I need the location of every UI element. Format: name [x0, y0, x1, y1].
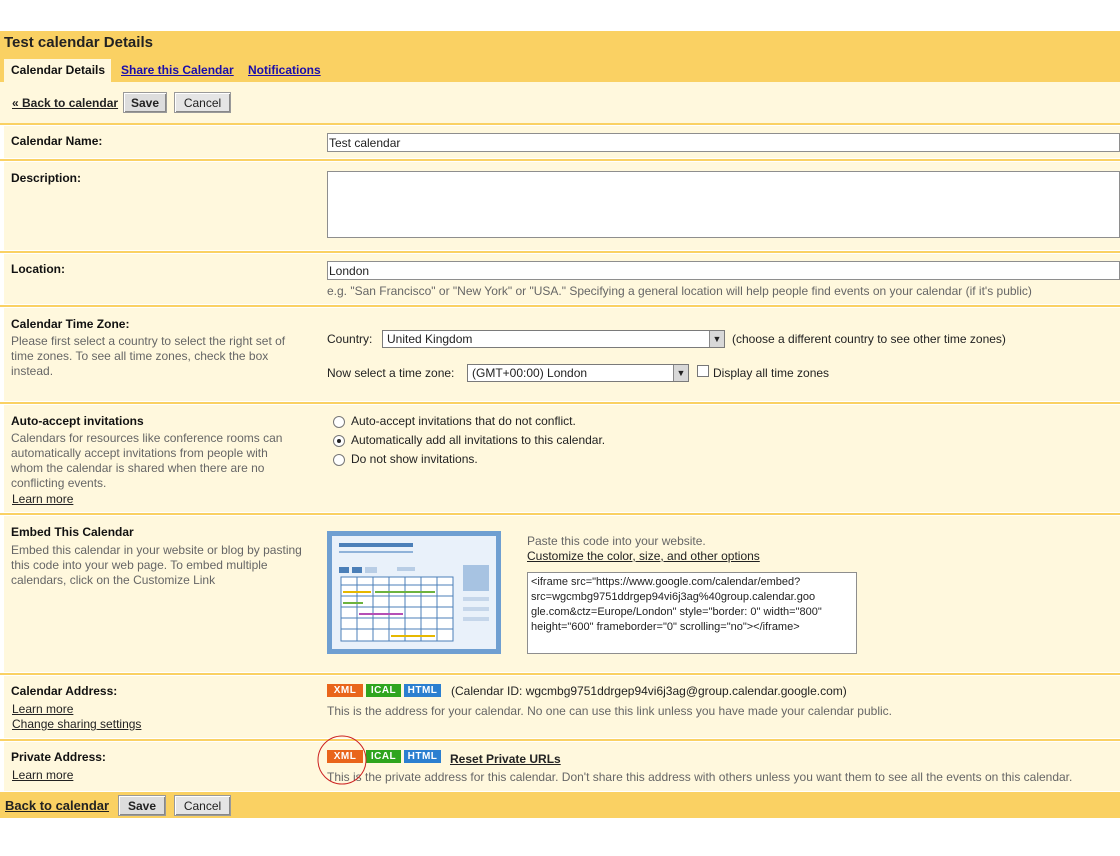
calendar-address-note: This is the address for your calendar. N…	[327, 704, 892, 718]
radio-do-not-show[interactable]	[333, 454, 345, 466]
radio-auto-accept-no-conflict[interactable]	[333, 416, 345, 428]
highlight-circle	[317, 735, 367, 785]
save-button-top[interactable]: Save	[123, 92, 167, 113]
calendar-address-learn-more-link[interactable]: Learn more	[12, 702, 73, 716]
customize-options-link[interactable]: Customize the color, size, and other opt…	[527, 549, 760, 563]
divider	[0, 513, 1120, 515]
calendar-address-label: Calendar Address:	[11, 684, 118, 698]
cancel-button-top[interactable]: Cancel	[174, 92, 231, 113]
private-address-note: This is the private address for this cal…	[327, 770, 1073, 784]
location-hint: e.g. "San Francisco" or "New York" or "U…	[327, 284, 1032, 298]
divider	[0, 123, 1120, 125]
calendar-id-text: (Calendar ID: wgcmbg9751ddrgep94vi6j3ag@…	[451, 684, 847, 698]
timezone-help: Please first select a country to select …	[11, 334, 286, 378]
location-label: Location:	[11, 262, 65, 276]
calendar-html-button[interactable]: HTML	[404, 684, 441, 697]
calendar-name-input[interactable]: Test calendar	[327, 133, 1120, 152]
page-title: Test calendar Details	[4, 34, 153, 51]
description-label: Description:	[11, 171, 82, 185]
chevron-down-icon: ▼	[673, 365, 688, 381]
tab-share-this-calendar[interactable]: Share this Calendar	[121, 63, 234, 77]
private-address-learn-more-link[interactable]: Learn more	[12, 768, 73, 782]
divider	[0, 159, 1120, 161]
embed-code-textarea[interactable]: <iframe src="https://www.google.com/cale…	[527, 572, 857, 654]
radio-auto-add-all[interactable]	[333, 435, 345, 447]
change-sharing-settings-link[interactable]: Change sharing settings	[12, 717, 141, 731]
auto-accept-learn-more-link[interactable]: Learn more	[12, 492, 73, 506]
back-to-calendar-link-top[interactable]: « Back to calendar	[12, 96, 118, 110]
private-address-label: Private Address:	[11, 750, 106, 764]
divider	[0, 402, 1120, 404]
timezone-select-label: Now select a time zone:	[327, 366, 455, 380]
calendar-name-label: Calendar Name:	[11, 134, 103, 148]
country-label: Country:	[327, 332, 373, 346]
embed-label: Embed This Calendar	[11, 525, 134, 539]
description-textarea[interactable]	[327, 171, 1120, 238]
divider	[0, 673, 1120, 675]
radio-auto-accept-no-conflict-label: Auto-accept invitations that do not conf…	[351, 414, 576, 428]
timezone-select[interactable]: (GMT+00:00) London ▼	[467, 364, 689, 382]
cancel-button-bottom[interactable]: Cancel	[174, 795, 231, 816]
tab-calendar-details-label[interactable]: Calendar Details	[11, 63, 105, 77]
divider	[0, 739, 1120, 741]
auto-accept-label: Auto-accept invitations	[11, 414, 144, 428]
calendar-ical-button[interactable]: ICAL	[366, 684, 401, 697]
embed-paste-text: Paste this code into your website.	[527, 534, 706, 548]
radio-do-not-show-label: Do not show invitations.	[351, 452, 478, 466]
timezone-label: Calendar Time Zone:	[11, 317, 130, 331]
country-select[interactable]: United Kingdom ▼	[382, 330, 725, 348]
private-html-button[interactable]: HTML	[404, 750, 441, 763]
reset-private-urls-link[interactable]: Reset Private URLs	[450, 752, 561, 766]
radio-auto-add-all-label: Automatically add all invitations to thi…	[351, 433, 606, 447]
auto-accept-help: Calendars for resources like conference …	[11, 431, 283, 490]
tab-notifications[interactable]: Notifications	[248, 63, 321, 77]
bottom-toolbar	[0, 792, 1120, 818]
display-all-timezones-checkbox[interactable]	[697, 365, 709, 377]
calendar-preview-image	[327, 531, 501, 654]
divider	[0, 251, 1120, 253]
display-all-timezones-label: Display all time zones	[713, 366, 830, 380]
divider	[0, 305, 1120, 307]
chevron-down-icon: ▼	[709, 331, 724, 347]
back-to-calendar-link-bottom[interactable]: Back to calendar	[5, 798, 109, 813]
location-input[interactable]: London	[327, 261, 1120, 280]
top-toolbar	[0, 82, 1120, 123]
country-hint: (choose a different country to see other…	[732, 332, 1006, 346]
private-ical-button[interactable]: ICAL	[366, 750, 401, 763]
calendar-xml-button[interactable]: XML	[327, 684, 363, 697]
embed-help: Embed this calendar in your website or b…	[11, 543, 302, 587]
save-button-bottom[interactable]: Save	[118, 795, 166, 816]
